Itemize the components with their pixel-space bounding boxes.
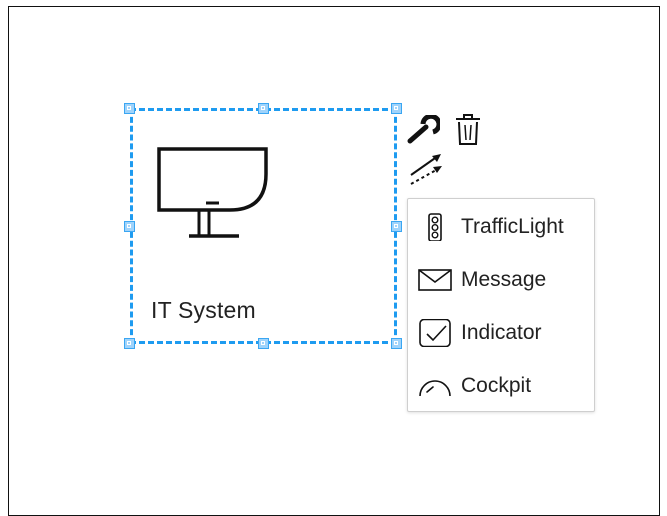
gauge-icon [419, 380, 451, 397]
menu-item-trafficlight[interactable]: TrafficLight [408, 201, 594, 253]
visualization-menu: TrafficLight Message Indicator Cockpit [407, 198, 595, 412]
connector-arrows-icon[interactable] [408, 152, 444, 186]
resize-handle-middle-left[interactable] [124, 221, 135, 232]
menu-item-label: Indicator [461, 321, 542, 344]
menu-item-label: Cockpit [461, 374, 532, 397]
trash-icon[interactable] [455, 114, 481, 146]
monitor-icon [157, 147, 268, 238]
menu-item-message[interactable]: Message [408, 254, 594, 306]
resize-handle-bottom-right[interactable] [391, 338, 402, 349]
menu-item-label: TrafficLight [461, 215, 564, 238]
resize-handle-top-right[interactable] [391, 103, 402, 114]
resize-handle-bottom-left[interactable] [124, 338, 135, 349]
wrench-icon[interactable] [406, 115, 440, 145]
node-label: IT System [151, 297, 256, 323]
resize-handle-top-left[interactable] [124, 103, 135, 114]
menu-item-label: Message [461, 268, 547, 291]
menu-item-cockpit[interactable]: Cockpit [408, 360, 594, 412]
traffic-light-icon [428, 213, 442, 241]
resize-handle-top-center[interactable] [258, 103, 269, 114]
checkbox-icon [419, 319, 451, 347]
envelope-icon [418, 269, 452, 291]
menu-item-indicator[interactable]: Indicator [408, 307, 594, 359]
resize-handle-middle-right[interactable] [391, 221, 402, 232]
resize-handle-bottom-center[interactable] [258, 338, 269, 349]
